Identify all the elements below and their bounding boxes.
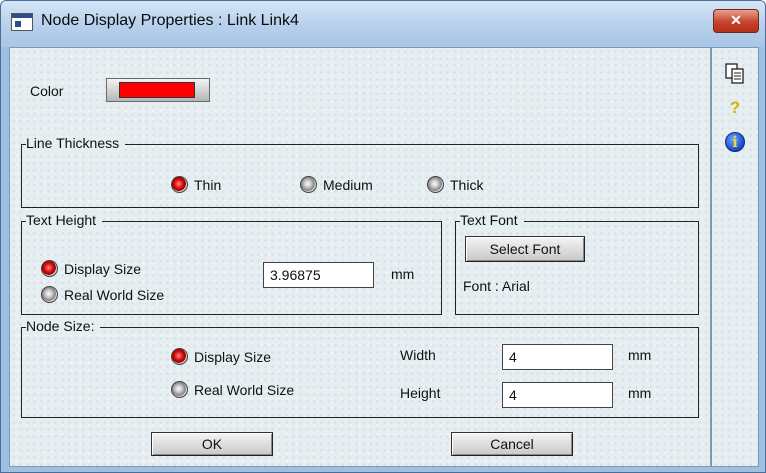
node-size-realworld-label[interactable]: Real World Size bbox=[194, 382, 294, 398]
window-app-icon bbox=[11, 13, 33, 31]
side-toolbar: ? i bbox=[711, 47, 759, 467]
line-thickness-group: Line Thickness Thin Medium Thick bbox=[21, 135, 699, 208]
line-thickness-legend: Line Thickness bbox=[26, 135, 126, 151]
node-size-display-radio[interactable] bbox=[171, 348, 188, 365]
close-button[interactable]: ✕ bbox=[713, 9, 759, 33]
line-thick-label[interactable]: Thick bbox=[450, 177, 483, 193]
node-size-legend: Node Size: bbox=[26, 318, 101, 334]
dialog-window: Node Display Properties : Link Link4 ✕ C… bbox=[0, 0, 766, 473]
cancel-button[interactable]: Cancel bbox=[451, 432, 573, 456]
text-font-group: Text Font Select Font Font : Arial bbox=[455, 212, 699, 315]
text-height-display-label[interactable]: Display Size bbox=[64, 261, 141, 277]
color-picker-button[interactable] bbox=[106, 78, 210, 102]
line-thin-label[interactable]: Thin bbox=[194, 177, 221, 193]
line-medium-radio[interactable] bbox=[300, 176, 317, 193]
node-size-group: Node Size: Display Size Real World Size … bbox=[21, 318, 699, 418]
color-label: Color bbox=[30, 83, 64, 99]
font-info-label: Font : Arial bbox=[463, 278, 530, 294]
close-icon: ✕ bbox=[730, 12, 742, 28]
info-icon[interactable]: i bbox=[723, 130, 747, 154]
text-height-realworld-label[interactable]: Real World Size bbox=[64, 287, 164, 303]
node-width-unit: mm bbox=[628, 347, 652, 363]
copy-icon[interactable] bbox=[723, 62, 747, 86]
window-title: Node Display Properties : Link Link4 bbox=[41, 12, 299, 29]
text-height-legend: Text Height bbox=[26, 212, 103, 228]
dialog-content: Color Line Thickness Thin Medium Thick T… bbox=[9, 47, 711, 467]
line-thin-radio[interactable] bbox=[171, 176, 188, 193]
text-height-input[interactable]: 3.96875 bbox=[263, 262, 374, 288]
text-height-display-radio[interactable] bbox=[41, 260, 58, 277]
node-height-input[interactable]: 4 bbox=[502, 382, 613, 408]
text-height-group: Text Height Display Size Real World Size… bbox=[21, 212, 442, 315]
title-bar[interactable]: Node Display Properties : Link Link4 ✕ bbox=[1, 1, 765, 47]
ok-button[interactable]: OK bbox=[151, 432, 273, 456]
line-medium-label[interactable]: Medium bbox=[323, 177, 373, 193]
text-height-unit: mm bbox=[391, 266, 415, 282]
line-thick-radio[interactable] bbox=[427, 176, 444, 193]
select-font-button[interactable]: Select Font bbox=[465, 236, 585, 262]
node-width-label: Width bbox=[400, 347, 436, 363]
node-height-unit: mm bbox=[628, 385, 652, 401]
info-icon-glyph: i bbox=[732, 133, 738, 151]
node-size-display-label[interactable]: Display Size bbox=[194, 349, 271, 365]
node-width-input[interactable]: 4 bbox=[502, 344, 613, 370]
color-swatch-fill bbox=[119, 82, 195, 98]
text-font-legend: Text Font bbox=[460, 212, 524, 228]
node-height-label: Height bbox=[400, 385, 441, 401]
node-size-realworld-radio[interactable] bbox=[171, 381, 188, 398]
text-height-realworld-radio[interactable] bbox=[41, 286, 58, 303]
help-icon[interactable]: ? bbox=[723, 96, 747, 120]
